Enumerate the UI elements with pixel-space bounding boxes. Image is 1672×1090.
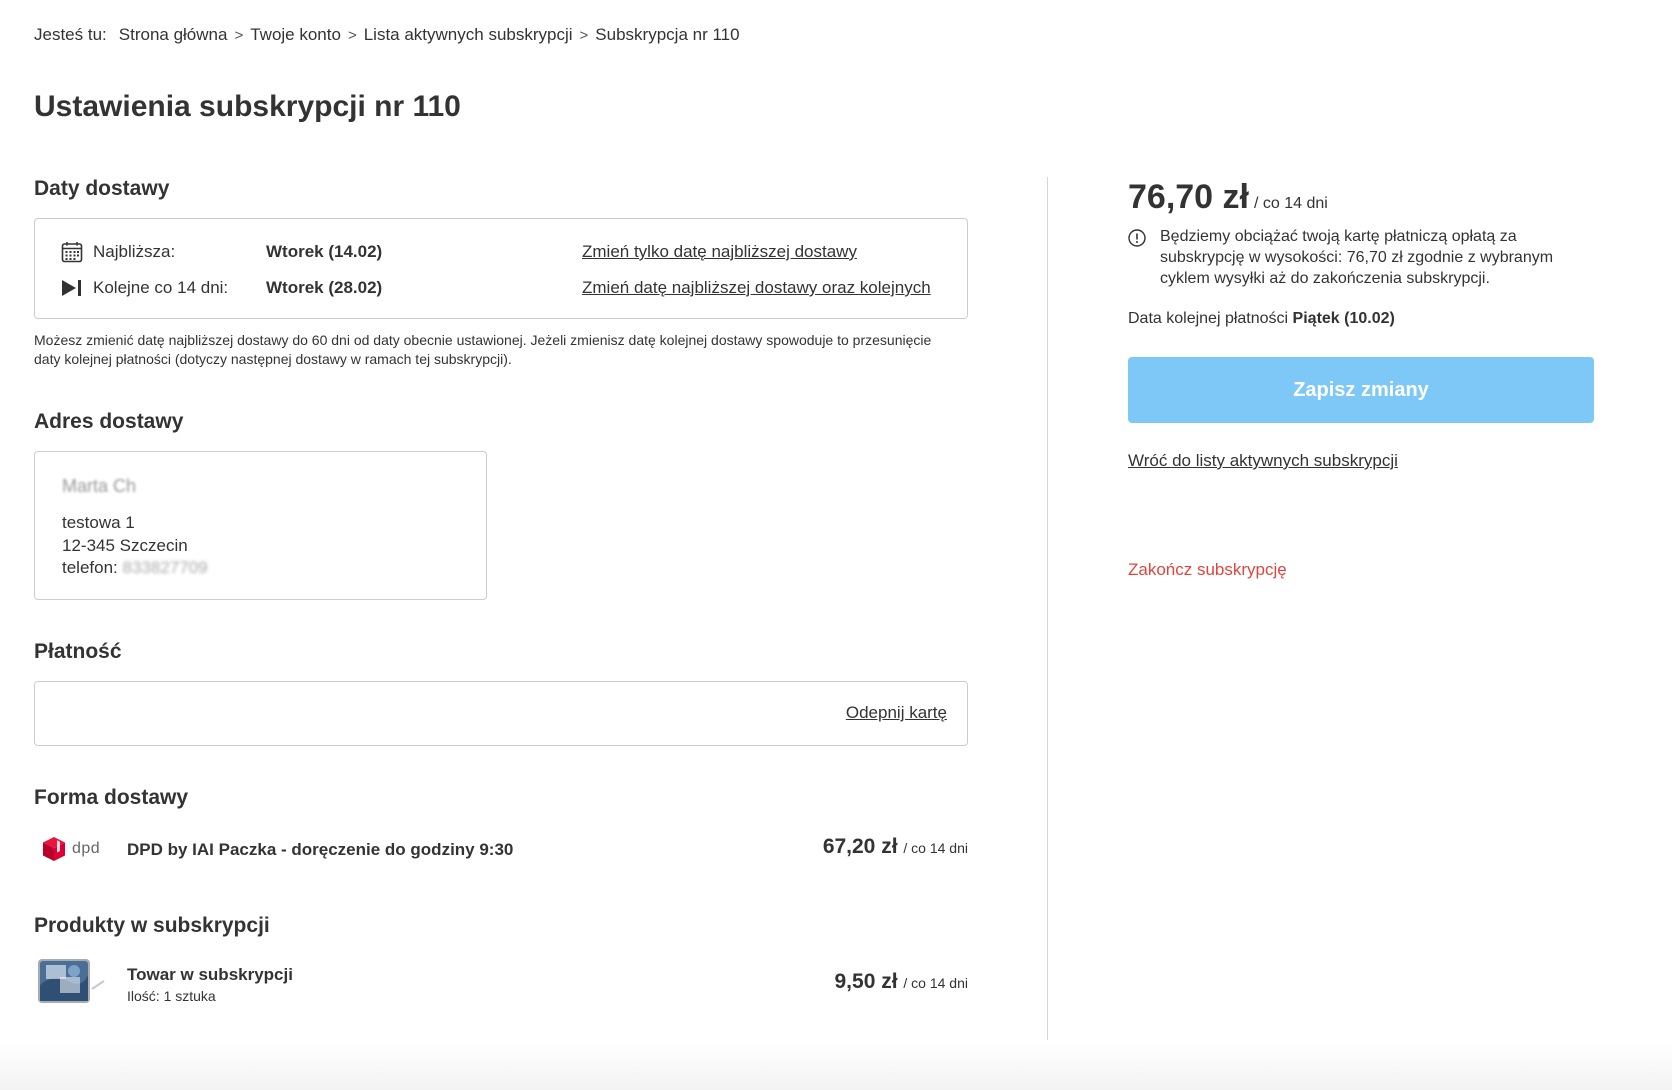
phone-value: 833827709 <box>122 558 208 577</box>
address-city: 12-345 Szczecin <box>62 536 188 555</box>
breadcrumb-home[interactable]: Strona główna <box>119 25 228 45</box>
next-payment-label: Data kolejnej płatności <box>1128 310 1289 327</box>
product-price-amount: 9,50 zł <box>834 970 898 993</box>
address-phone: telefon: 833827709 <box>62 558 208 578</box>
delivery-dates-title: Daty dostawy <box>34 177 170 200</box>
shipping-method-row: dpd DPD by IAI Paczka - doręczenie do go… <box>34 828 968 870</box>
back-to-subscriptions-link[interactable]: Wróć do listy aktywnych subskrypcji <box>1128 451 1398 471</box>
address-title: Adres dostawy <box>34 410 184 433</box>
following-delivery-label: Kolejne co 14 dni: <box>93 278 229 297</box>
breadcrumb-account[interactable]: Twoje konto <box>250 25 341 45</box>
chevron-right-icon: > <box>347 26 357 44</box>
save-changes-button[interactable]: Zapisz zmiany <box>1128 357 1594 423</box>
shipping-title: Forma dostawy <box>34 786 189 809</box>
nearest-delivery-row: Najbliższa: Wtorek (14.02) Zmień tylko d… <box>60 239 942 265</box>
info-icon <box>1128 229 1146 247</box>
delivery-date-note: Możesz zmienić datę najbliższej dostawy … <box>34 332 932 367</box>
product-quantity: Ilość: 1 sztuka <box>127 988 216 1004</box>
chevron-right-icon: > <box>579 26 589 44</box>
product-price-period: / co 14 dni <box>903 975 968 991</box>
address-box: Marta Ch testowa 1 12-345 Szczecin telef… <box>34 451 487 600</box>
footer-fade <box>0 1040 1672 1090</box>
address-street: testowa 1 <box>62 513 135 532</box>
end-subscription-link[interactable]: Zakończ subskrypcję <box>1128 560 1287 580</box>
nearest-delivery-label: Najbliższa: <box>93 242 176 261</box>
payment-box: Odepnij kartę <box>34 681 968 746</box>
page-title: Ustawienia subskrypcji nr 110 <box>34 90 461 123</box>
following-delivery-row: Kolejne co 14 dni: Wtorek (28.02) Zmień … <box>60 275 942 301</box>
chevron-right-icon: > <box>234 26 244 44</box>
nearest-delivery-value: Wtorek (14.02) <box>266 242 383 261</box>
breadcrumb: Jesteś tu: Strona główna > Twoje konto >… <box>34 25 740 45</box>
shipping-price: 67,20 zł / co 14 dni <box>823 835 968 859</box>
change-following-dates-link[interactable]: Zmień datę najbliższej dostawy oraz kole… <box>582 278 931 298</box>
total-period: / co 14 dni <box>1253 195 1328 212</box>
products-title: Produkty w subskrypcji <box>34 914 270 937</box>
payment-title: Płatność <box>34 640 122 663</box>
subscription-total: 76,70 zł / co 14 dni <box>1128 178 1328 217</box>
unpin-card-link[interactable]: Odepnij kartę <box>846 703 947 723</box>
breadcrumb-subscriptions-list[interactable]: Lista aktywnych subskrypcji <box>364 25 573 45</box>
product-name: Towar w subskrypcji <box>127 965 293 984</box>
shipping-method-name: DPD by IAI Paczka - doręczenie do godzin… <box>127 840 514 859</box>
dpd-cube-icon <box>43 837 65 861</box>
change-nearest-date-link[interactable]: Zmień tylko datę najbliższej dostawy <box>582 242 857 262</box>
following-delivery-value: Wtorek (28.02) <box>266 278 383 297</box>
next-payment: Data kolejnej płatności Piątek (10.02) <box>1128 310 1395 328</box>
skip-next-icon <box>60 276 84 300</box>
calendar-icon <box>60 240 84 264</box>
product-price: 9,50 zł / co 14 dni <box>835 970 969 994</box>
breadcrumb-prefix: Jesteś tu: <box>34 25 107 44</box>
shipping-price-period: / co 14 dni <box>903 840 968 856</box>
next-payment-value: Piątek (10.02) <box>1292 310 1395 327</box>
dpd-logo-text: dpd <box>72 840 101 857</box>
charge-info-text: Będziemy obciążać twoją kartę płatniczą … <box>1160 228 1554 287</box>
total-amount: 76,70 zł <box>1128 178 1249 216</box>
dpd-logo: dpd <box>42 836 100 862</box>
product-tablet-image <box>38 959 105 1003</box>
phone-label: telefon: <box>62 558 118 577</box>
delivery-dates-box: Najbliższa: Wtorek (14.02) Zmień tylko d… <box>34 218 968 319</box>
product-item: Towar w subskrypcji Ilość: 1 sztuka 9,50… <box>34 955 968 1013</box>
breadcrumb-current: Subskrypcja nr 110 <box>595 25 740 44</box>
shipping-price-amount: 67,20 zł <box>822 835 898 858</box>
address-name: Marta Ch <box>62 476 137 496</box>
charge-info: Będziemy obciążać twoją kartę płatniczą … <box>1128 226 1568 289</box>
column-divider <box>1047 177 1048 1054</box>
